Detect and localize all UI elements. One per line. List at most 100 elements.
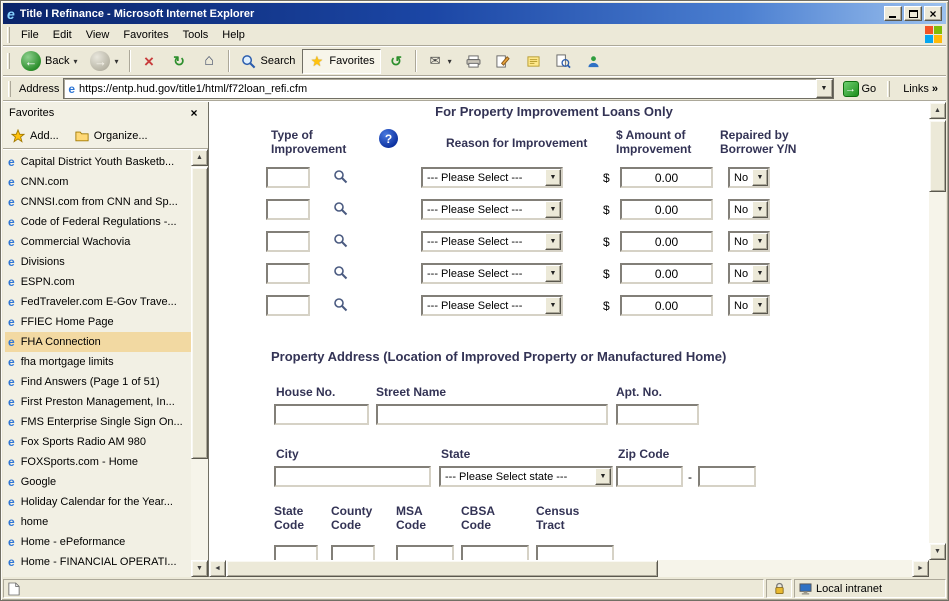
- favorite-item[interactable]: eFedTraveler.com E-Gov Trave...: [5, 292, 191, 312]
- menu-help[interactable]: Help: [215, 26, 252, 44]
- scroll-up-icon[interactable]: ▲: [191, 149, 208, 166]
- scroll-up-icon[interactable]: ▲: [929, 102, 946, 119]
- type-of-improvement-input[interactable]: [266, 199, 310, 220]
- scroll-right-icon[interactable]: ►: [912, 560, 929, 577]
- type-lookup-icon[interactable]: [333, 201, 349, 217]
- research-button[interactable]: [549, 49, 578, 74]
- amount-input[interactable]: [620, 199, 713, 220]
- back-button[interactable]: ← Back ▾: [15, 49, 83, 74]
- favorite-item[interactable]: eCapital District Youth Basketb...: [5, 152, 191, 172]
- scroll-left-icon[interactable]: ◄: [209, 560, 226, 577]
- type-of-improvement-input[interactable]: [266, 263, 310, 284]
- amount-input[interactable]: [620, 167, 713, 188]
- favorites-scrollbar[interactable]: ▲ ▼: [191, 149, 208, 577]
- messenger-button[interactable]: [579, 49, 608, 74]
- favorites-scroll-track[interactable]: [191, 166, 208, 560]
- menu-file[interactable]: File: [14, 26, 46, 44]
- favorite-item[interactable]: efha mortgage limits: [5, 352, 191, 372]
- organize-favorites-button[interactable]: Organize...: [75, 130, 148, 142]
- reason-select[interactable]: --- Please Select ---▼: [421, 295, 563, 316]
- favorite-item[interactable]: eFMS Enterprise Single Sign On...: [5, 412, 191, 432]
- favorite-item[interactable]: eDivisions: [5, 252, 191, 272]
- toolbar-grip[interactable]: [7, 53, 10, 69]
- amount-input[interactable]: [620, 263, 713, 284]
- edit-button[interactable]: [489, 49, 518, 74]
- help-icon[interactable]: ?: [379, 129, 398, 148]
- address-input[interactable]: [79, 79, 815, 98]
- vertical-scroll-thumb[interactable]: [929, 120, 946, 192]
- close-button[interactable]: ×: [924, 6, 942, 21]
- census-tract-input[interactable]: [536, 545, 614, 560]
- repaired-select[interactable]: No▼: [728, 231, 770, 252]
- county-code-input[interactable]: [331, 545, 375, 560]
- apt-no-input[interactable]: [616, 404, 699, 425]
- type-lookup-icon[interactable]: [333, 233, 349, 249]
- amount-input[interactable]: [620, 231, 713, 252]
- mail-button[interactable]: ✉ ▾: [421, 49, 458, 74]
- type-of-improvement-input[interactable]: [266, 295, 310, 316]
- address-dropdown-button[interactable]: ▼: [816, 79, 833, 98]
- house-no-input[interactable]: [274, 404, 369, 425]
- forward-button[interactable]: → ▾: [84, 49, 124, 74]
- repaired-select[interactable]: No▼: [728, 295, 770, 316]
- favorite-item[interactable]: eCode of Federal Regulations -...: [5, 212, 191, 232]
- minimize-button[interactable]: [884, 6, 902, 21]
- repaired-select[interactable]: No▼: [728, 199, 770, 220]
- favorite-item[interactable]: eESPN.com: [5, 272, 191, 292]
- maximize-button[interactable]: [904, 6, 922, 21]
- horizontal-scrollbar[interactable]: ◄ ►: [209, 560, 929, 577]
- favorite-item[interactable]: eCommercial Wachovia: [5, 232, 191, 252]
- repaired-select[interactable]: No▼: [728, 167, 770, 188]
- links-button[interactable]: Links »: [898, 83, 943, 95]
- favorite-item[interactable]: eFirst Preston Management, In...: [5, 392, 191, 412]
- add-favorite-button[interactable]: Add...: [11, 129, 59, 143]
- favorites-scroll-thumb[interactable]: [191, 167, 208, 459]
- zip-code-input[interactable]: [616, 466, 683, 487]
- scroll-down-icon[interactable]: ▼: [929, 543, 946, 560]
- reason-select[interactable]: --- Please Select ---▼: [421, 199, 563, 220]
- favorite-item[interactable]: eFFIEC Home Page: [5, 312, 191, 332]
- favorites-close-button[interactable]: ×: [186, 106, 202, 121]
- type-of-improvement-input[interactable]: [266, 167, 310, 188]
- favorites-button[interactable]: ★ Favorites: [302, 49, 380, 74]
- favorite-item[interactable]: eGoogle: [5, 472, 191, 492]
- horizontal-scroll-track[interactable]: [226, 560, 912, 577]
- reason-select[interactable]: --- Please Select ---▼: [421, 167, 563, 188]
- go-button[interactable]: → Go: [838, 78, 882, 99]
- favorite-item[interactable]: eFox Sports Radio AM 980: [5, 432, 191, 452]
- zip-plus4-input[interactable]: [698, 466, 756, 487]
- state-select[interactable]: --- Please Select state ---▼: [439, 466, 613, 487]
- cbsa-code-input[interactable]: [461, 545, 529, 560]
- favorite-item[interactable]: ehome: [5, 512, 191, 532]
- print-button[interactable]: [459, 49, 488, 74]
- toolbar-grip[interactable]: [7, 27, 10, 43]
- street-name-input[interactable]: [376, 404, 608, 425]
- menu-view[interactable]: View: [79, 26, 117, 44]
- type-lookup-icon[interactable]: [333, 265, 349, 281]
- menu-favorites[interactable]: Favorites: [116, 26, 175, 44]
- vertical-scroll-track[interactable]: [929, 119, 946, 543]
- favorite-item[interactable]: eHoliday Calendar for the Year...: [5, 492, 191, 512]
- discuss-button[interactable]: [519, 49, 548, 74]
- favorite-item[interactable]: eHome - ePeformance: [5, 532, 191, 552]
- reason-select[interactable]: --- Please Select ---▼: [421, 231, 563, 252]
- favorite-item[interactable]: eFind Answers (Page 1 of 51): [5, 372, 191, 392]
- msa-code-input[interactable]: [396, 545, 454, 560]
- repaired-select[interactable]: No▼: [728, 263, 770, 284]
- vertical-scrollbar[interactable]: ▲ ▼: [929, 102, 946, 560]
- menu-tools[interactable]: Tools: [176, 26, 216, 44]
- history-button[interactable]: ↺: [382, 49, 411, 74]
- favorite-item[interactable]: eFOXSports.com - Home: [5, 452, 191, 472]
- state-code-input[interactable]: [274, 545, 318, 560]
- favorite-item[interactable]: eCNN.com: [5, 172, 191, 192]
- type-lookup-icon[interactable]: [333, 297, 349, 313]
- horizontal-scroll-thumb[interactable]: [226, 560, 658, 577]
- refresh-button[interactable]: ↻: [165, 49, 194, 74]
- menu-edit[interactable]: Edit: [46, 26, 79, 44]
- favorite-item[interactable]: eHome - FINANCIAL OPERATI...: [5, 552, 191, 572]
- reason-select[interactable]: --- Please Select ---▼: [421, 263, 563, 284]
- toolbar-grip[interactable]: [8, 81, 11, 97]
- type-of-improvement-input[interactable]: [266, 231, 310, 252]
- amount-input[interactable]: [620, 295, 713, 316]
- city-input[interactable]: [274, 466, 431, 487]
